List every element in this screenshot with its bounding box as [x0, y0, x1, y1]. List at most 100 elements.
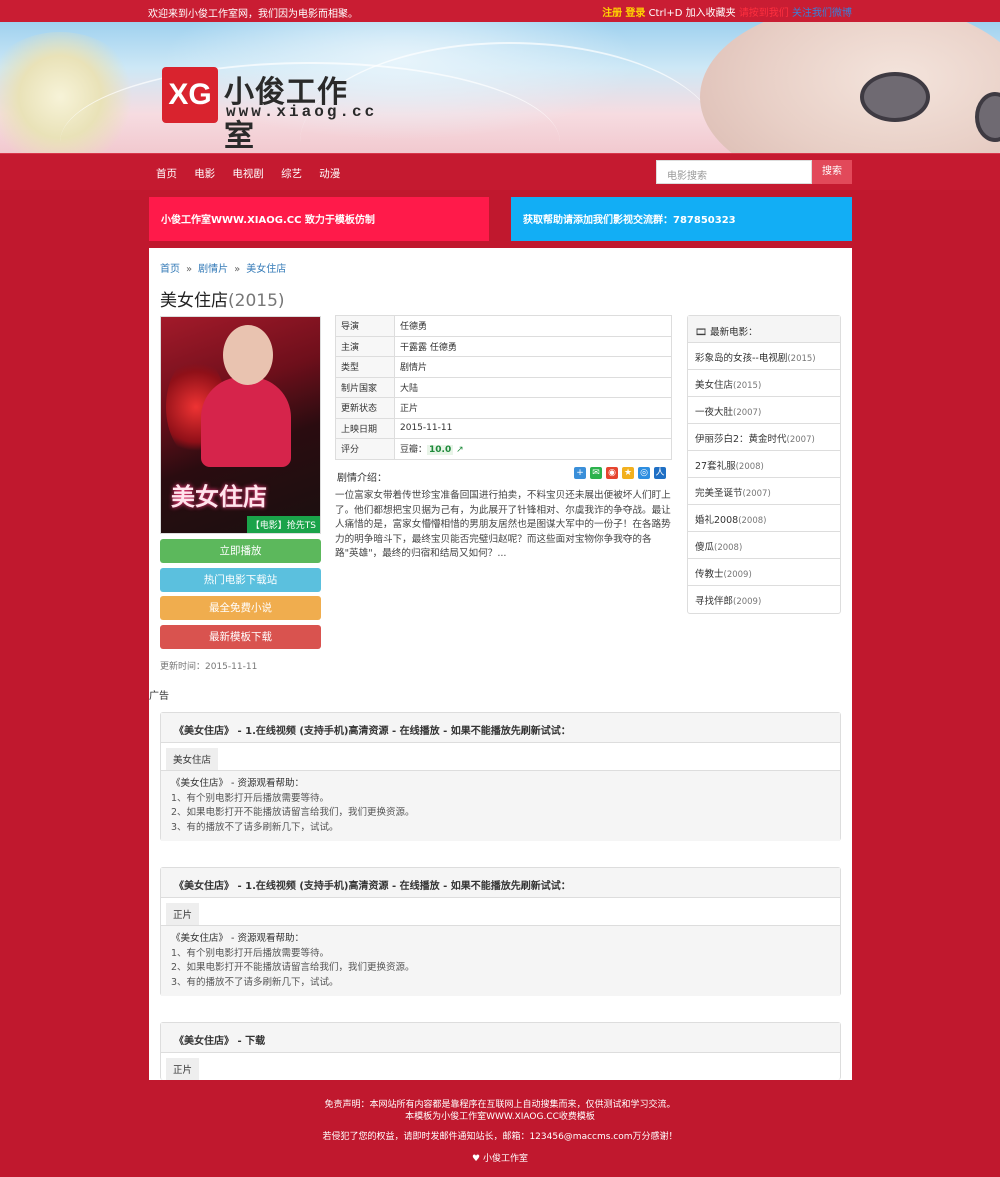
page-title: 美女住店(2015): [160, 286, 285, 311]
info-value: 正片: [394, 397, 672, 419]
sidebar-movie-item[interactable]: 美女住店(2015): [688, 370, 840, 397]
sidebar-movie-year: (2007): [786, 435, 815, 445]
episode-link[interactable]: 美女住店: [166, 748, 219, 770]
sidebar-movie-year: (2009): [733, 597, 762, 607]
share-weibo-icon[interactable]: ◉: [606, 467, 618, 479]
info-row: 更新状态 正片: [335, 397, 672, 419]
sidebar-movie-name: 彩象岛的女孩--电视剧: [695, 353, 788, 364]
sidebar-movie-name: 寻找伴郎: [695, 596, 734, 607]
weibo-link[interactable]: 关注我们微博: [792, 8, 852, 19]
sidebar-movie-item[interactable]: 婚礼2008(2008): [688, 505, 840, 532]
poster-face: [223, 325, 273, 385]
sidebar-movie-name: 27套礼服: [695, 461, 736, 472]
info-value: 大陆: [394, 376, 672, 398]
help-line: 3、有的播放不了请多刷新几下，试试。: [171, 976, 339, 988]
info-key: 制片国家: [335, 376, 395, 398]
breadcrumb-current[interactable]: 美女住店: [246, 264, 286, 275]
episode-list: 正片: [161, 898, 840, 926]
download-panel: 《美女住店》 - 下载 正片: [160, 1022, 841, 1080]
help-line: 2、如果电影打开不能播放请留言给我们，我们更换资源。: [171, 807, 415, 818]
sidebar-movie-item[interactable]: 傻瓜(2008): [688, 532, 840, 559]
help-line: 3、有的播放不了请多刷新几下，试试。: [171, 821, 339, 833]
download-link[interactable]: 正片: [166, 1058, 200, 1080]
sidebar-movie-year: (2015): [787, 354, 816, 364]
logo-domain: www.xiaog.cc: [226, 103, 378, 121]
intro-label: 剧情介绍：: [337, 473, 387, 484]
sidebar-movie-item[interactable]: 完美圣诞节(2007): [688, 478, 840, 505]
episode-list: 正片: [161, 1053, 840, 1081]
nav-item-movie[interactable]: 电影: [194, 168, 215, 180]
search-input[interactable]: 电影搜索: [656, 160, 812, 184]
movie-year: (2015): [228, 291, 285, 311]
share-more-icon[interactable]: +: [574, 467, 586, 479]
main-nav: 首页 电影 电视剧 综艺 动漫 电影搜索 搜索: [0, 153, 1000, 190]
share-tqq-icon[interactable]: ◎: [638, 467, 650, 479]
play-button[interactable]: 立即播放: [160, 539, 321, 563]
help-line: 1、有个别电影打开后播放需要等待。: [171, 792, 330, 804]
sidebar-movie-item[interactable]: 一夜大肚(2007): [688, 397, 840, 424]
sidebar-movie-name: 完美圣诞节: [695, 488, 743, 499]
search-button[interactable]: 搜索: [812, 160, 852, 184]
nav-item-anime[interactable]: 动漫: [319, 168, 340, 180]
favorite-link[interactable]: Ctrl+D 加入收藏夹: [649, 8, 736, 19]
sidebar-movie-name: 美女住店: [695, 380, 734, 391]
sidebar-movie-year: (2008): [738, 516, 767, 526]
site-logo[interactable]: XG 小俊工作室 www.xiaog.cc: [162, 67, 378, 153]
share-qzone-icon[interactable]: ★: [622, 467, 634, 479]
breadcrumb-home[interactable]: 首页: [160, 264, 180, 275]
sidebar-movie-name: 伊丽莎白2：黄金时代: [695, 434, 787, 445]
rating-score[interactable]: 10.0: [427, 445, 454, 456]
novel-button[interactable]: 最全免费小说: [160, 596, 321, 620]
sidebar-movie-year: (2009): [723, 570, 752, 580]
sidebar-movie-item[interactable]: 伊丽莎白2：黄金时代(2007): [688, 424, 840, 451]
sidebar-movie-year: (2008): [735, 462, 764, 472]
sidebar-movie-item[interactable]: 27套礼服(2008): [688, 451, 840, 478]
external-link-icon[interactable]: ↗: [456, 445, 464, 455]
panel-header: 《美女住店》 - 1.在线视频 (支持手机)高清资源 - 在线播放 - 如果不能…: [161, 713, 840, 743]
sidebar-title: 最新电影：: [710, 327, 758, 338]
movie-poster[interactable]: 美女住店 【电影】抢先TS: [160, 316, 321, 534]
info-row-rating: 评分 豆瓣： 10.0 ↗: [335, 438, 672, 460]
main-content: 首页» 剧情片» 美女住店 美女住店(2015) 美女住店 【电影】抢先TS 立即播…: [149, 248, 852, 1080]
share-renren-icon[interactable]: 人: [654, 467, 666, 479]
sidebar-movie-item[interactable]: 传教士(2009): [688, 559, 840, 586]
panel-help: 《美女住店》 - 资源观看帮助： 1、有个别电影打开后播放需要等待。 2、如果电…: [161, 926, 840, 996]
breadcrumb-category[interactable]: 剧情片: [198, 264, 228, 275]
info-key: 导演: [335, 315, 395, 337]
panel-header: 《美女住店》 - 下载: [161, 1023, 840, 1053]
info-row: 类型 剧情片: [335, 356, 672, 378]
info-row: 制片国家 大陆: [335, 376, 672, 398]
footer-disclaimer: 免责声明：本网站所有内容都是靠程序在互联网上自动搜集而来，仅供测试和学习交流。: [324, 1100, 676, 1110]
breadcrumb: 首页 » 剧情片 » 美女住店: [160, 260, 286, 275]
nav-item-tv[interactable]: 电视剧: [232, 168, 264, 180]
episode-link[interactable]: 正片: [166, 903, 200, 925]
register-link[interactable]: 注册: [602, 8, 622, 19]
hot-download-button[interactable]: 热门电影下载站: [160, 568, 321, 592]
info-key: 评分: [335, 438, 395, 460]
template-download-button[interactable]: 最新模板下载: [160, 625, 321, 649]
info-value: 剧情片: [394, 356, 672, 378]
sidebar-movie-item[interactable]: 寻找伴郎(2009): [688, 586, 840, 613]
notice-left: 小俊工作室WWW.XIAOG.CC 致力于模板仿制: [149, 197, 489, 241]
top-bar: 欢迎来到小俊工作室网，我们因为电影而相聚。 注册 登录 Ctrl+D 加入收藏夹…: [0, 0, 1000, 22]
sidebar-movie-item[interactable]: 彩象岛的女孩--电视剧(2015): [688, 343, 840, 370]
sidebar-movie-year: (2008): [714, 543, 743, 553]
sidebar-movie-name: 一夜大肚: [695, 407, 734, 418]
movie-info-table: 导演 任德勇 主演 干露露 任德勇 类型 剧情片 制片国家 大陆 更新状态 正片 上映日期…: [335, 315, 672, 460]
share-wechat-icon[interactable]: ✉: [590, 467, 602, 479]
info-value: 2015-11-11: [394, 417, 672, 439]
banner-character: [700, 22, 1000, 153]
help-title: 《美女住店》 - 资源观看帮助：: [171, 933, 304, 944]
poster-tag: 【电影】抢先TS: [246, 516, 320, 533]
ad-label: 广告: [149, 691, 169, 702]
play-source-panel: 《美女住店》 - 1.在线视频 (支持手机)高清资源 - 在线播放 - 如果不能…: [160, 867, 841, 996]
footer-template-note: 本模板为小俊工作室WWW.XIAOG.CC收费模板: [405, 1112, 595, 1122]
nav-item-variety[interactable]: 综艺: [281, 168, 302, 180]
movie-intro: 一位富家女带着传世珍宝准备回国进行拍卖，不料宝贝还未展出便被坏人们盯上了。他们都…: [335, 490, 671, 560]
latest-movies-sidebar: 🎞 最新电影： 彩象岛的女孩--电视剧(2015) 美女住店(2015) 一夜大…: [687, 315, 841, 614]
logo-mark: XG: [162, 67, 218, 123]
nav-item-home[interactable]: 首页: [156, 168, 177, 180]
share-bar: + ✉ ◉ ★ ◎ 人: [570, 467, 666, 479]
red-link[interactable]: 请按到我们: [739, 8, 789, 19]
login-link[interactable]: 登录: [625, 8, 645, 19]
